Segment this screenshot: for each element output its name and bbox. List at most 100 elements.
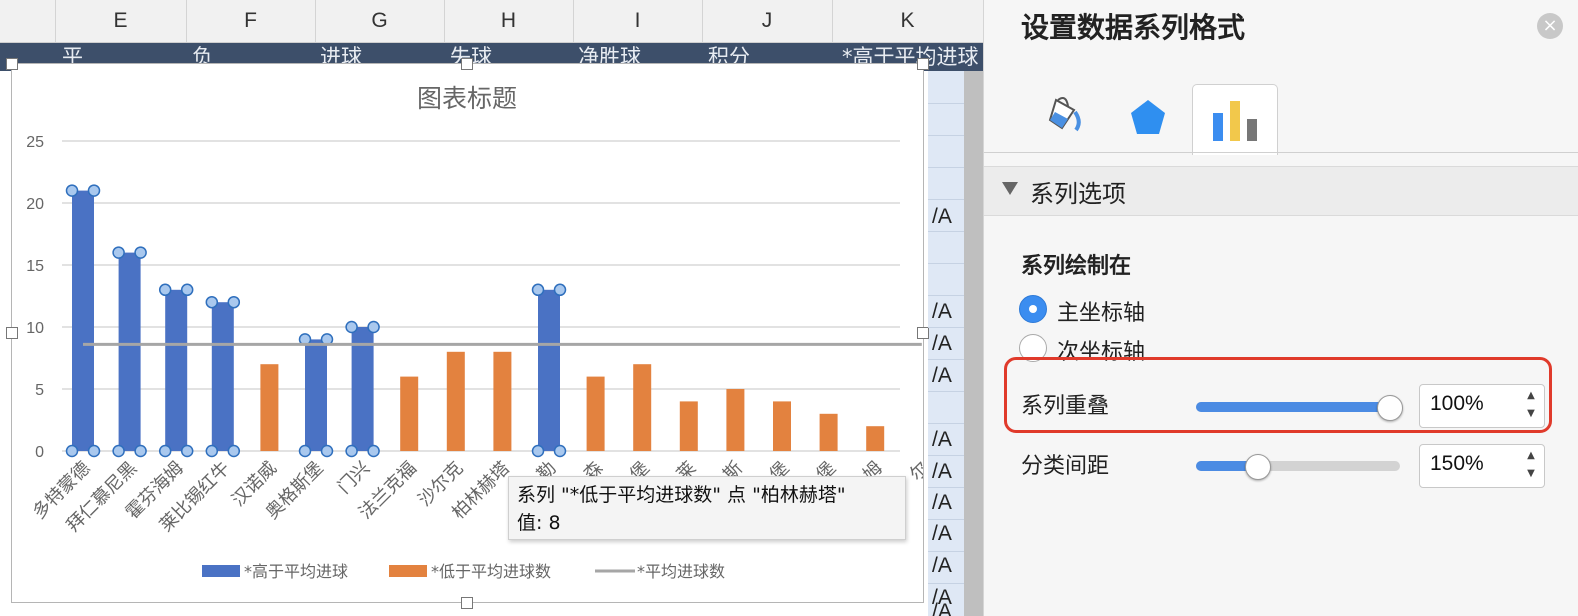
selection-handle[interactable] xyxy=(345,444,358,458)
cell-value[interactable]: /A xyxy=(932,205,952,229)
bar-below-average[interactable] xyxy=(586,376,605,451)
spin-up-icon[interactable]: ▲ xyxy=(1524,389,1538,403)
cell-value[interactable]: /A xyxy=(932,300,952,324)
series-overlap-input[interactable]: 100% ▲ ▼ xyxy=(1419,384,1545,428)
selection-handle[interactable] xyxy=(367,320,380,334)
section-label: 系列选项 xyxy=(1030,180,1126,208)
bar-below-average[interactable] xyxy=(493,351,512,451)
bar-above-average[interactable] xyxy=(211,302,234,451)
legend-label[interactable]: *低于平均进球数 xyxy=(431,562,551,581)
legend-label[interactable]: *平均进球数 xyxy=(637,562,725,581)
selection-handle[interactable] xyxy=(134,246,147,259)
resize-handle-bottom[interactable] xyxy=(461,597,473,609)
gap-width-slider[interactable] xyxy=(1196,461,1400,471)
selection-handle[interactable] xyxy=(205,295,219,309)
gap-width-input[interactable]: 150% ▲ ▼ xyxy=(1419,444,1545,488)
selection-handle[interactable] xyxy=(553,283,567,297)
selection-handle[interactable] xyxy=(227,444,241,458)
selection-handle[interactable] xyxy=(112,246,125,259)
selection-handle[interactable] xyxy=(531,444,545,458)
y-tick-label: 10 xyxy=(26,320,44,337)
bar-above-average[interactable] xyxy=(118,252,141,451)
selection-handle[interactable] xyxy=(65,444,79,458)
bar-above-average[interactable] xyxy=(165,289,188,451)
legend-swatch xyxy=(202,565,240,577)
cell-value[interactable]: /A xyxy=(932,491,952,515)
bar-below-average[interactable] xyxy=(726,389,745,451)
y-tick-label: 0 xyxy=(35,444,44,461)
bar-above-average[interactable] xyxy=(305,339,327,451)
column-header[interactable]: H xyxy=(444,0,574,42)
selection-handle[interactable] xyxy=(531,283,545,297)
column-header[interactable]: F xyxy=(186,0,316,42)
bar-below-average[interactable] xyxy=(260,364,279,451)
resize-handle-left[interactable] xyxy=(6,327,18,339)
bar-above-average[interactable] xyxy=(72,190,94,451)
selection-handle[interactable] xyxy=(112,444,125,458)
series-overlap-slider[interactable] xyxy=(1196,402,1389,412)
selection-handle[interactable] xyxy=(180,444,194,458)
bar-above-average[interactable] xyxy=(538,289,560,451)
tab-effects[interactable] xyxy=(1106,84,1190,154)
column-header[interactable]: G xyxy=(315,0,445,42)
resize-handle-top-right[interactable] xyxy=(917,58,929,70)
spin-up-icon[interactable]: ▲ xyxy=(1524,449,1538,463)
cell-value[interactable]: /A xyxy=(932,460,952,484)
gap-width-thumb[interactable] xyxy=(1245,454,1272,480)
column-header[interactable]: J xyxy=(702,0,833,42)
primary-axis-radio[interactable] xyxy=(1019,295,1047,323)
bar-below-average[interactable] xyxy=(400,376,419,451)
selection-handle[interactable] xyxy=(553,444,567,458)
close-icon[interactable]: × xyxy=(1537,13,1563,39)
selection-handle[interactable] xyxy=(227,295,241,309)
tab-fill-line[interactable] xyxy=(1024,84,1108,154)
bar-below-average[interactable] xyxy=(679,401,698,451)
selection-handle[interactable] xyxy=(345,320,358,334)
selection-handle[interactable] xyxy=(87,444,101,458)
chart-title[interactable]: 图表标题 xyxy=(417,84,517,113)
legend-label[interactable]: *高于平均进球 xyxy=(244,562,348,581)
selection-handle[interactable] xyxy=(65,184,79,197)
row-gridline xyxy=(928,295,964,296)
bar-below-average[interactable] xyxy=(773,401,791,451)
selection-handle[interactable] xyxy=(367,444,380,458)
cell-value[interactable]: /A xyxy=(932,600,952,616)
bar-below-average[interactable] xyxy=(633,364,652,451)
selection-handle[interactable] xyxy=(158,283,172,297)
primary-axis-label[interactable]: 主坐标轴 xyxy=(1057,295,1145,327)
series-overlap-thumb[interactable] xyxy=(1377,395,1403,421)
selection-handle[interactable] xyxy=(158,444,172,458)
gap-width-value[interactable]: 150% xyxy=(1430,452,1484,476)
selection-handle[interactable] xyxy=(320,444,334,458)
selection-handle[interactable] xyxy=(87,184,101,197)
sheet-scrollbar[interactable] xyxy=(964,71,983,616)
cell-value[interactable]: /A xyxy=(932,428,952,452)
row-gridline xyxy=(928,455,964,456)
bar-below-average[interactable] xyxy=(446,351,465,451)
selection-handle[interactable] xyxy=(180,283,194,297)
cell-value[interactable]: /A xyxy=(932,522,952,546)
resize-handle-top[interactable] xyxy=(461,58,473,70)
series-overlap-label: 系列重叠 xyxy=(1021,394,1110,419)
series-overlap-value[interactable]: 100% xyxy=(1430,392,1484,416)
resize-handle-top-left[interactable] xyxy=(6,58,18,70)
cell-value[interactable]: /A xyxy=(932,332,952,356)
cell-value[interactable]: /A xyxy=(932,364,952,388)
tab-series-options[interactable] xyxy=(1192,84,1278,155)
series-options-section[interactable]: 系列选项 xyxy=(984,166,1578,216)
column-header[interactable]: E xyxy=(55,0,187,42)
spin-down-icon[interactable]: ▼ xyxy=(1524,407,1538,421)
selection-handle[interactable] xyxy=(134,444,147,458)
selection-handle[interactable] xyxy=(205,444,219,458)
bar-chart-icon xyxy=(1213,101,1257,141)
selection-handle[interactable] xyxy=(298,444,312,458)
spreadsheet-area: EFGHIJK 平负进球 失球 净胜球 积分 *高于平均进球 /A/A/A/A/A/A /… xyxy=(0,0,983,616)
resize-handle-right[interactable] xyxy=(917,327,929,339)
column-header[interactable]: K xyxy=(832,0,983,42)
column-header[interactable]: I xyxy=(573,0,703,42)
spin-down-icon[interactable]: ▼ xyxy=(1524,467,1538,481)
cell-value[interactable]: /A xyxy=(932,554,952,578)
bar-below-average[interactable] xyxy=(819,413,838,451)
bar-below-average[interactable] xyxy=(866,426,885,451)
panel-title: 设置数据系列格式 xyxy=(1021,11,1246,44)
